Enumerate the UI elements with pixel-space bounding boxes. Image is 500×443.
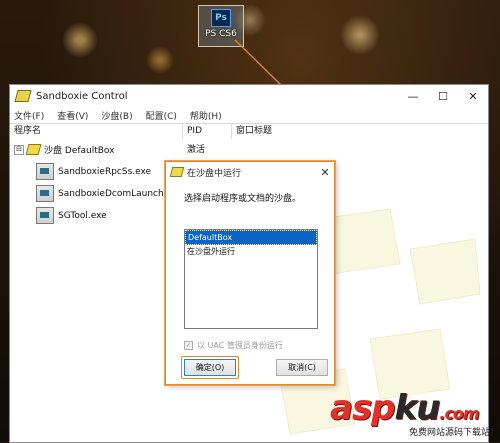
- process-row[interactable]: SandboxieRpcSs.exe: [36, 163, 151, 180]
- close-button[interactable]: ✕: [458, 90, 488, 103]
- column-headers: 程序名 PID 窗口标题: [10, 123, 488, 140]
- sandbox-row-defaultbox[interactable]: ⊟ 沙盘 DefaultBox: [14, 143, 114, 156]
- process-row[interactable]: SGTool.exe: [36, 207, 107, 224]
- menu-file[interactable]: 文件(F): [14, 109, 44, 122]
- sandbox-icon: [25, 144, 42, 155]
- dialog-prompt: 选择启动程序或文档的沙盘。: [184, 194, 302, 204]
- process-name: SGTool.exe: [58, 210, 107, 221]
- exe-icon: [36, 185, 54, 202]
- minimize-button[interactable]: —: [398, 90, 428, 103]
- exe-icon: [36, 163, 54, 180]
- sandboxie-icon: [14, 90, 32, 102]
- cancel-button[interactable]: 取消(C): [276, 359, 328, 376]
- collapse-toggle[interactable]: ⊟: [14, 144, 24, 155]
- listbox-option-defaultbox[interactable]: DefaultBox: [185, 230, 317, 245]
- process-row[interactable]: SandboxieDcomLaunch.exe: [36, 185, 183, 202]
- header-pid[interactable]: PID: [183, 124, 232, 139]
- sandbox-status: 激活: [187, 145, 206, 155]
- watermark-logo: asp ku .com: [330, 388, 480, 428]
- run-in-sandbox-dialog: 在沙盘中运行 ✕ 选择启动程序或文档的沙盘。 DefaultBox 在沙盘外运行…: [165, 161, 335, 385]
- dialog-titlebar[interactable]: 在沙盘中运行 ✕: [166, 162, 334, 182]
- window-title: Sandboxie Control: [36, 90, 128, 102]
- watermark-brand-b: ku: [394, 388, 441, 428]
- process-name: SandboxieRpcSs.exe: [58, 166, 152, 177]
- photoshop-shortcut[interactable]: Ps PS CS6: [198, 5, 244, 47]
- watermark-brand-c: .com: [439, 404, 479, 423]
- photoshop-icon: Ps: [211, 9, 231, 27]
- sandbox-label: 沙盘 DefaultBox: [44, 146, 115, 156]
- admin-checkbox-row[interactable]: ✓ 以 UAC 管理员身份运行: [184, 340, 283, 351]
- watermark-tagline: 免费网站源码下载站！: [409, 428, 500, 438]
- dialog-close-button[interactable]: ✕: [316, 166, 334, 179]
- window-titlebar[interactable]: Sandboxie Control — ☐ ✕: [10, 85, 488, 107]
- header-program-name[interactable]: 程序名: [10, 124, 183, 139]
- exe-icon: [36, 207, 54, 224]
- process-name: SandboxieDcomLaunch.exe: [58, 188, 183, 199]
- menu-view[interactable]: 查看(V): [57, 109, 88, 122]
- header-window-title[interactable]: 窗口标题: [232, 124, 272, 139]
- shortcut-label: PS CS6: [205, 29, 237, 39]
- dialog-title: 在沙盘中运行: [187, 168, 242, 179]
- listbox-option-outside[interactable]: 在沙盘外运行: [185, 245, 317, 258]
- sandbox-listbox[interactable]: DefaultBox 在沙盘外运行: [184, 229, 318, 329]
- menu-help[interactable]: 帮助(H): [190, 109, 222, 122]
- menu-bar: 文件(F) 查看(V) 沙盘(B) 配置(C) 帮助(H): [10, 107, 488, 123]
- watermark-brand-a: asp: [330, 388, 396, 428]
- maximize-button[interactable]: ☐: [428, 90, 458, 103]
- ok-button[interactable]: 确定(O): [184, 359, 236, 376]
- admin-checkbox[interactable]: ✓: [184, 341, 193, 350]
- menu-configure[interactable]: 配置(C): [146, 109, 177, 122]
- sandboxie-icon: [169, 167, 185, 177]
- admin-checkbox-label: 以 UAC 管理员身份运行: [197, 341, 283, 350]
- menu-sandbox[interactable]: 沙盘(B): [101, 109, 132, 122]
